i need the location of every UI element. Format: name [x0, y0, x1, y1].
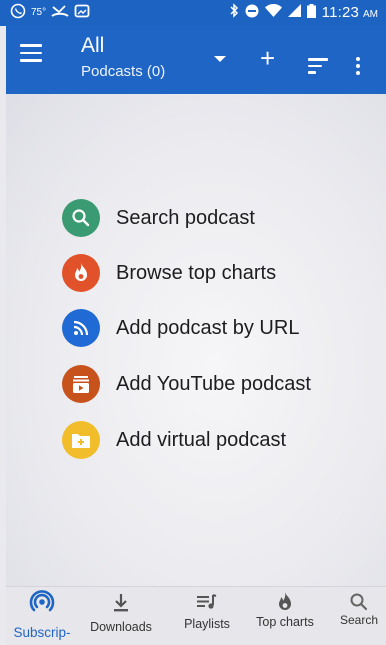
clock: 11:23 AM	[322, 4, 378, 21]
nav-label: Downloads	[90, 620, 152, 634]
action-label: Search podcast	[116, 206, 255, 229]
signal-icon	[287, 4, 301, 20]
ampm-text: AM	[363, 8, 378, 20]
page-subtitle[interactable]: Podcasts (0)	[81, 63, 165, 80]
nav-search[interactable]: Search	[332, 587, 386, 645]
whatsapp-icon	[10, 3, 26, 22]
gallery-icon	[74, 3, 90, 22]
hamburger-menu-icon[interactable]	[20, 44, 42, 64]
nav-label: Top charts	[256, 615, 314, 629]
add-virtual-podcast-action[interactable]: Add virtual podcast	[62, 420, 286, 460]
nav-label: Playlists	[184, 617, 230, 631]
flame-icon	[250, 587, 320, 617]
status-bar: 75° 11:23 AM	[0, 0, 386, 26]
rss-icon	[62, 309, 100, 347]
missed-call-icon	[51, 3, 69, 22]
bottom-navigation: Subscrip- Downloads Playlists Top charts…	[6, 586, 386, 645]
flame-icon	[62, 254, 100, 292]
empty-state-panel: Search podcast Browse top charts Add pod…	[6, 94, 386, 586]
action-label: Add YouTube podcast	[116, 372, 311, 395]
add-icon[interactable]: +	[260, 45, 275, 71]
wifi-icon	[264, 3, 282, 20]
temperature-text: 75°	[31, 7, 47, 18]
more-options-icon[interactable]	[356, 57, 362, 78]
add-youtube-podcast-action[interactable]: Add YouTube podcast	[62, 364, 311, 404]
action-label: Browse top charts	[116, 261, 277, 284]
page-title[interactable]: All	[81, 34, 104, 58]
search-icon	[62, 199, 100, 237]
bluetooth-icon	[229, 3, 239, 21]
podcast-icon	[6, 587, 78, 617]
dropdown-arrow-icon[interactable]	[214, 56, 226, 62]
add-podcast-by-url-action[interactable]: Add podcast by URL	[62, 308, 299, 348]
folder-add-icon	[62, 421, 100, 459]
nav-playlists[interactable]: Playlists	[172, 587, 242, 645]
do-not-disturb-icon	[245, 4, 259, 21]
nav-downloads[interactable]: Downloads	[84, 587, 158, 645]
app-bar: All Podcasts (0) +	[6, 26, 386, 94]
playlist-icon	[172, 587, 242, 617]
time-text: 11:23	[321, 3, 360, 21]
nav-label: Search	[339, 613, 379, 627]
browse-top-charts-action[interactable]: Browse top charts	[62, 253, 276, 293]
nav-label: Subscrip-	[13, 625, 71, 640]
battery-icon	[306, 3, 316, 21]
search-podcast-action[interactable]: Search podcast	[62, 198, 255, 238]
youtube-icon	[62, 365, 100, 403]
nav-subscriptions[interactable]: Subscrip-	[6, 587, 78, 645]
sort-icon[interactable]	[308, 58, 328, 78]
download-icon	[84, 587, 158, 617]
action-label: Add virtual podcast	[116, 428, 287, 451]
action-label: Add podcast by URL	[116, 316, 300, 339]
nav-top-charts[interactable]: Top charts	[250, 587, 320, 645]
